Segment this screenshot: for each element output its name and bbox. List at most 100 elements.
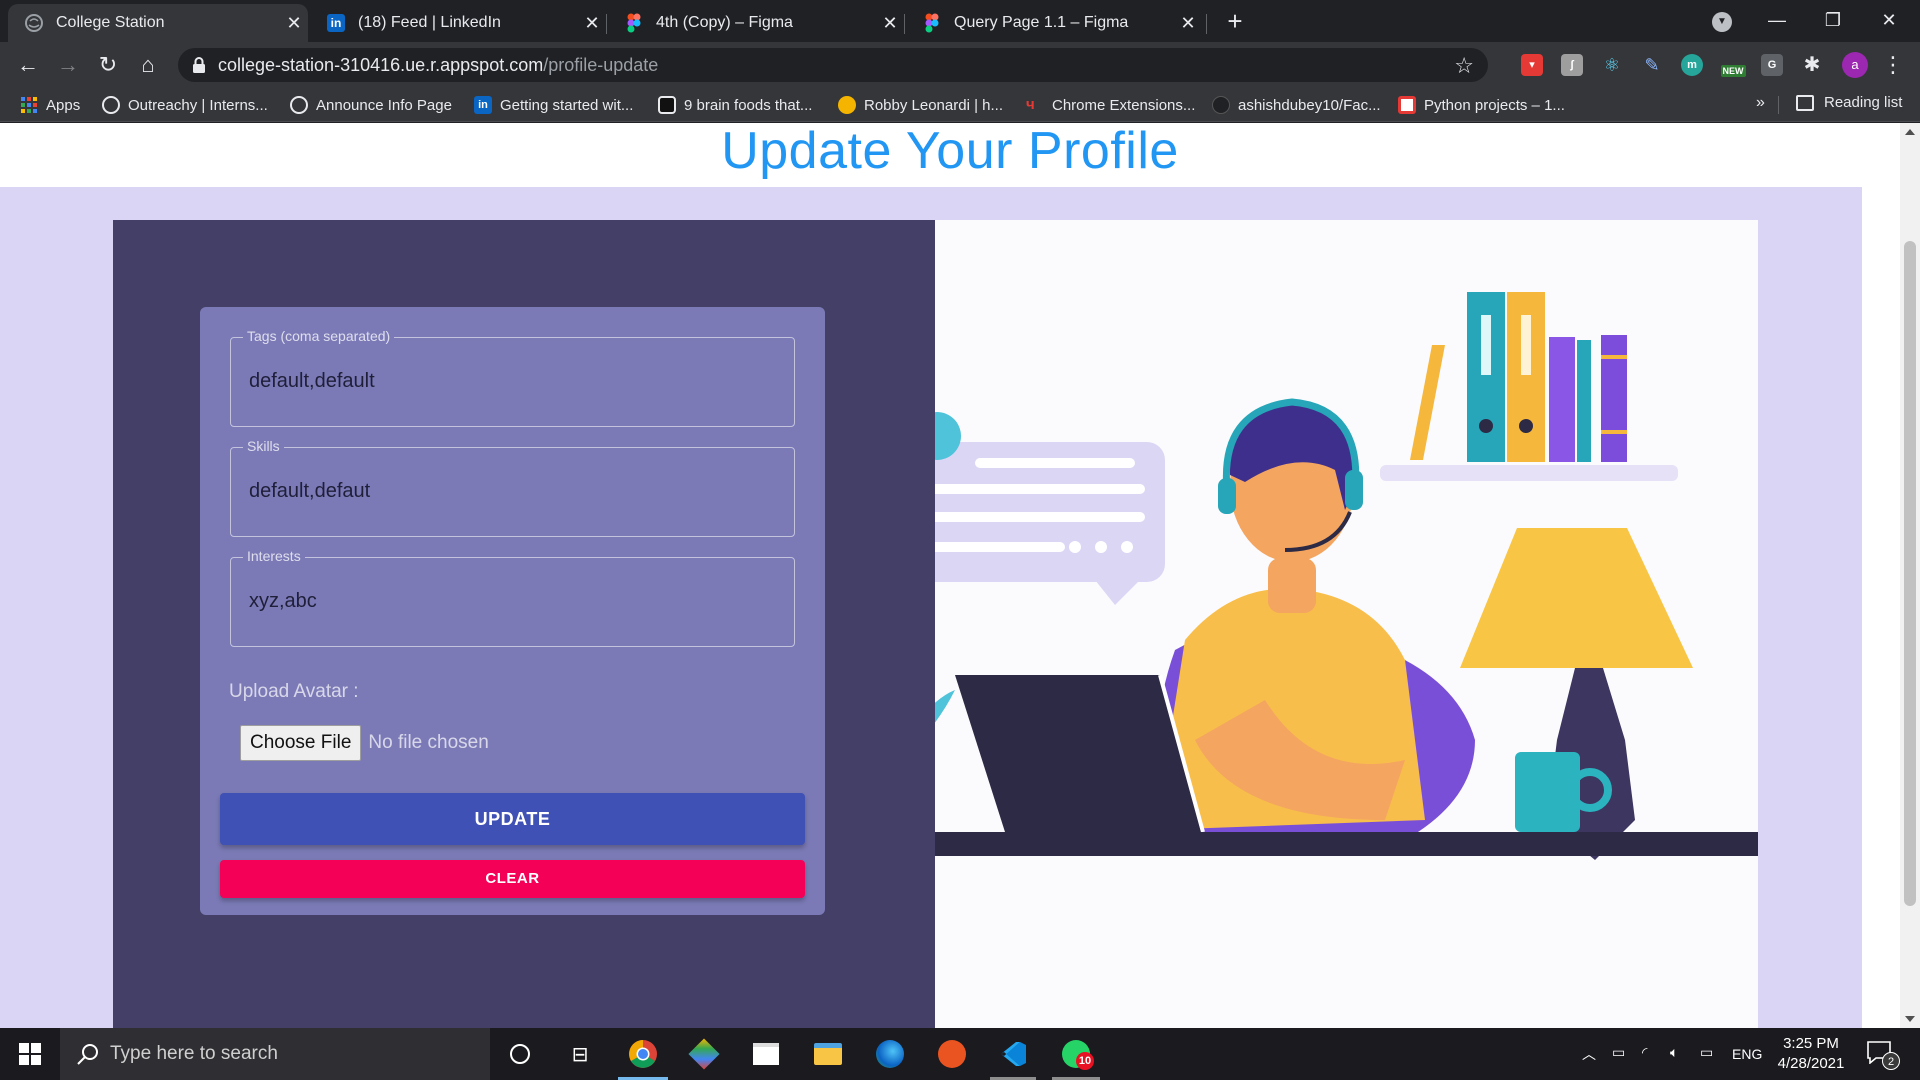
bookmark-robby-leonardi[interactable]: Robby Leonardi | h... (838, 94, 1003, 116)
tab-figma-query[interactable]: Query Page 1.1 – Figma ✕ (906, 4, 1202, 42)
home-icon[interactable]: ⌂ (134, 51, 162, 79)
page-viewport: Update Your Profile Tags (coma separated… (0, 123, 1920, 1028)
system-clock[interactable]: 3:25 PM 4/28/2021 (1762, 1034, 1860, 1074)
clock-time: 3:25 PM (1783, 1035, 1839, 1052)
interests-field[interactable]: Interests xyz,abc (230, 548, 795, 647)
store-icon[interactable] (748, 1036, 784, 1072)
bookmark-brain-foods[interactable]: 9 brain foods that... (658, 94, 812, 116)
whatsapp-icon[interactable]: 10 (1058, 1036, 1094, 1072)
git-kraken-icon[interactable] (686, 1036, 722, 1072)
person-at-laptop-illustration (835, 292, 1758, 860)
tab-search-icon[interactable]: ▼ (1712, 12, 1732, 32)
pen-extension-icon[interactable]: ✎ (1641, 54, 1663, 76)
battery-icon[interactable]: ▭ (1700, 1044, 1713, 1061)
cortana-icon[interactable] (502, 1036, 538, 1072)
tags-value: default,default (249, 370, 375, 392)
close-tab-icon[interactable]: ✕ (876, 13, 904, 34)
bookmark-outreachy[interactable]: Outreachy | Interns... (102, 94, 268, 116)
form-panel: Tags (coma separated) default,default Sk… (113, 220, 935, 1028)
tags-label: Tags (coma separated) (243, 328, 395, 344)
taskbar-search[interactable]: Type here to search (60, 1028, 490, 1080)
bookmark-label: Apps (46, 96, 81, 114)
page-scrollbar[interactable] (1900, 123, 1920, 1028)
bookmarks-overflow-button[interactable]: » (1756, 94, 1765, 112)
tab-divider (606, 14, 607, 34)
new-extension-icon[interactable]: NEW (1718, 54, 1748, 77)
close-tab-icon[interactable]: ✕ (280, 13, 308, 34)
react-devtools-icon[interactable]: ⚛ (1601, 54, 1623, 76)
bookmark-python-projects[interactable]: Python projects – 1... (1398, 94, 1565, 116)
file-explorer-icon[interactable] (810, 1036, 846, 1072)
skills-field[interactable]: Skills default,defaut (230, 438, 795, 537)
task-view-icon[interactable]: ⊟ (562, 1036, 598, 1072)
bookmark-github[interactable]: ashishdubey10/Fac... (1212, 94, 1381, 116)
globe-icon (24, 13, 44, 33)
bookmark-announce[interactable]: Announce Info Page (290, 94, 452, 116)
bookmark-label: Python projects – 1... (1424, 96, 1565, 114)
profile-avatar[interactable]: a (1842, 52, 1868, 78)
file-input: Choose File No file chosen (240, 725, 489, 761)
scroll-thumb[interactable] (1904, 241, 1916, 906)
menu-kebab-icon[interactable]: ⋮ (1882, 52, 1904, 78)
action-center-icon[interactable]: 2 (1866, 1040, 1900, 1070)
windows-taskbar: Type here to search ⊟ 10 ︿ ▭ ◜ 🔈︎ ▭ ENG … (0, 1028, 1920, 1080)
chrome-taskbar-icon[interactable] (625, 1036, 661, 1072)
bookmark-star-icon[interactable]: ☆ (1454, 53, 1474, 79)
close-tab-icon[interactable]: ✕ (578, 13, 606, 34)
laptop-icon (955, 674, 1205, 833)
reload-icon[interactable]: ↻ (94, 51, 122, 79)
shelf (1380, 465, 1678, 481)
windows-logo-icon (19, 1043, 41, 1065)
scroll-up-icon[interactable] (1905, 129, 1915, 135)
volume-icon[interactable]: 🔈︎ (1670, 1044, 1678, 1061)
bookmark-label: Chrome Extensions... (1052, 96, 1196, 114)
tab-divider (904, 14, 905, 34)
scroll-down-icon[interactable] (1905, 1016, 1915, 1022)
bookmark-chrome-extensions[interactable]: ч Chrome Extensions... (1026, 94, 1195, 116)
clear-button[interactable]: CLEAR (220, 860, 805, 898)
pocket-extension-icon[interactable]: ▾ (1521, 54, 1543, 76)
ubuntu-icon[interactable] (934, 1036, 970, 1072)
address-bar[interactable]: college-station-310416.ue.r.appspot.com/… (178, 48, 1488, 82)
tab-label: 4th (Copy) – Figma (656, 14, 793, 31)
choose-file-button[interactable]: Choose File (240, 725, 362, 761)
tab-figma-4th[interactable]: 4th (Copy) – Figma ✕ (608, 4, 904, 42)
bookmark-label: Announce Info Page (316, 96, 452, 114)
bookmark-label: 9 brain foods that... (684, 96, 813, 114)
vscode-icon[interactable] (996, 1036, 1032, 1072)
reading-list-button[interactable]: Reading list (1796, 94, 1902, 111)
bookmark-getting-started[interactable]: in Getting started wit... (474, 94, 633, 116)
m-extension-icon[interactable]: m (1681, 54, 1703, 76)
notification-count: 2 (1882, 1052, 1900, 1070)
extension-icon[interactable]: ʃ (1561, 54, 1583, 76)
profile-form: Tags (coma separated) default,default Sk… (200, 307, 825, 915)
restore-icon[interactable]: ❐ (1810, 4, 1856, 36)
search-placeholder: Type here to search (110, 1043, 278, 1064)
close-window-icon[interactable]: ✕ (1866, 4, 1912, 36)
edge-icon[interactable] (872, 1036, 908, 1072)
upload-avatar-label: Upload Avatar : (229, 681, 359, 702)
tab-linkedin[interactable]: in (18) Feed | LinkedIn ✕ (310, 4, 606, 42)
network-icon[interactable]: ◜ (1642, 1044, 1647, 1061)
apps-grid-icon (20, 96, 38, 114)
puzzle-extensions-icon[interactable]: ✱ (1801, 54, 1823, 76)
show-hidden-icons[interactable]: ︿ (1582, 1044, 1596, 1064)
whatsapp-badge: 10 (1076, 1052, 1094, 1070)
tags-field[interactable]: Tags (coma separated) default,default (230, 328, 795, 427)
close-tab-icon[interactable]: ✕ (1174, 13, 1202, 34)
clock-date: 4/28/2021 (1777, 1055, 1845, 1072)
new-tab-button[interactable]: + (1222, 8, 1248, 34)
language-indicator[interactable]: ENG (1732, 1046, 1762, 1062)
minimize-icon[interactable]: — (1754, 4, 1800, 36)
g-extension-icon[interactable]: G (1761, 54, 1783, 76)
update-button[interactable]: UPDATE (220, 793, 805, 845)
bookmark-label: Outreachy | Interns... (128, 96, 268, 114)
meet-now-icon[interactable]: ▭ (1612, 1044, 1625, 1061)
tab-college-station[interactable]: College Station ✕ (8, 4, 308, 42)
forward-icon[interactable]: → (54, 51, 82, 79)
start-button[interactable] (0, 1028, 60, 1080)
chat-bubble-icon (883, 412, 1165, 605)
url-path: /profile-update (543, 55, 659, 75)
back-icon[interactable]: ← (14, 51, 42, 79)
bookmark-apps[interactable]: Apps (20, 94, 80, 116)
